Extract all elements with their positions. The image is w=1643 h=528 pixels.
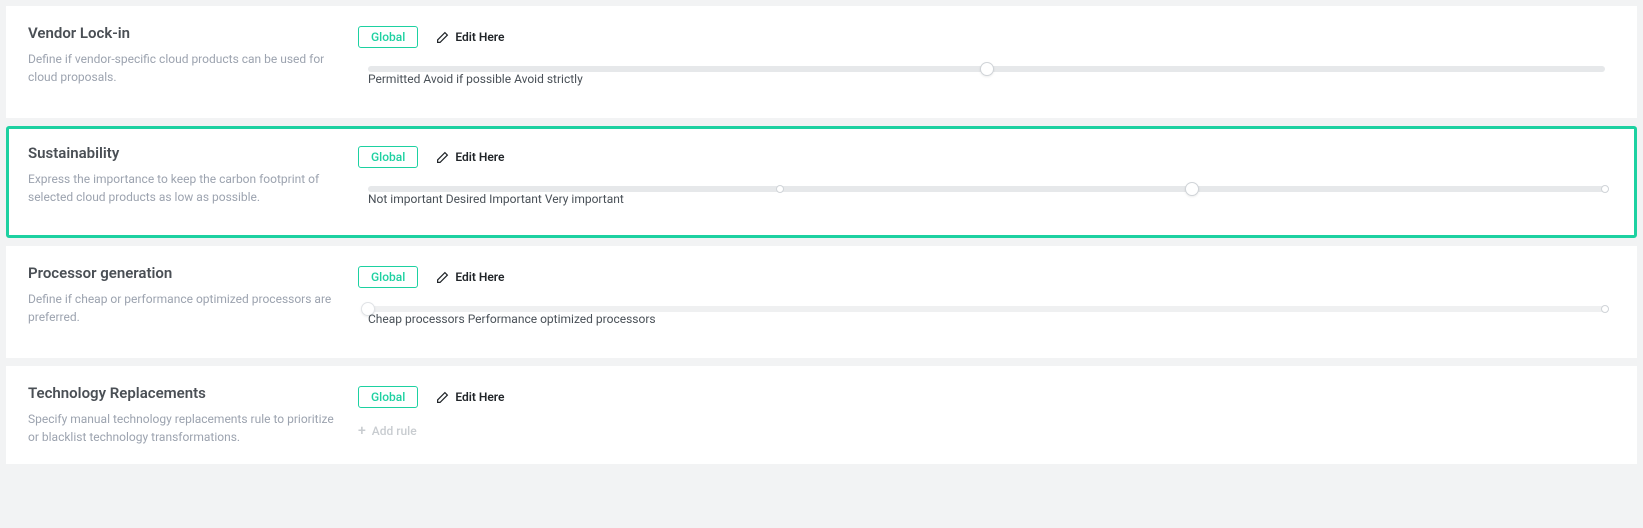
panel-vendor-lockin: Vendor Lock-in Define if vendor-specific…	[6, 6, 1637, 118]
edit-here-label: Edit Here	[455, 30, 504, 44]
slider-label: Not important	[368, 192, 443, 206]
panel-right: Global Edit Here + Add rule	[358, 384, 1615, 446]
edit-here-link[interactable]: Edit Here	[436, 30, 504, 44]
slider-processor[interactable]: Cheap processors Performance optimized p…	[358, 306, 1615, 340]
slider-label: Permitted	[368, 72, 420, 86]
slider-label: Very important	[545, 192, 624, 206]
panel-description: Specify manual technology replacements r…	[28, 410, 338, 446]
panel-title: Technology Replacements	[28, 384, 338, 402]
slider-label: Performance optimized processors	[468, 312, 656, 326]
pencil-icon	[436, 151, 449, 164]
slider-sustainability[interactable]: Not important Desired Important Very imp…	[358, 186, 1615, 220]
panel-title: Sustainability	[28, 144, 338, 162]
scope-badge[interactable]: Global	[358, 266, 418, 288]
pencil-icon	[436, 391, 449, 404]
scope-badge[interactable]: Global	[358, 386, 418, 408]
panel-left: Technology Replacements Specify manual t…	[28, 384, 358, 446]
plus-icon: +	[358, 424, 366, 438]
panel-sustainability: Sustainability Express the importance to…	[6, 126, 1637, 238]
edit-here-label: Edit Here	[455, 270, 504, 284]
pencil-icon	[436, 271, 449, 284]
panel-description: Define if vendor-specific cloud products…	[28, 50, 338, 86]
panel-processor-generation: Processor generation Define if cheap or …	[6, 246, 1637, 358]
add-rule-button[interactable]: + Add rule	[358, 424, 417, 438]
panel-title: Vendor Lock-in	[28, 24, 338, 42]
edit-here-label: Edit Here	[455, 150, 504, 164]
slider-label: Avoid strictly	[514, 72, 583, 86]
pencil-icon	[436, 31, 449, 44]
edit-here-label: Edit Here	[455, 390, 504, 404]
panel-left: Sustainability Express the importance to…	[28, 144, 358, 220]
panel-left: Vendor Lock-in Define if vendor-specific…	[28, 24, 358, 100]
panel-description: Define if cheap or performance optimized…	[28, 290, 338, 326]
panel-right: Global Edit Here Permitted Avoid if poss…	[358, 24, 1615, 100]
panel-right: Global Edit Here Not important Desired I…	[358, 144, 1615, 220]
slider-label: Desired	[446, 192, 486, 206]
edit-here-link[interactable]: Edit Here	[436, 390, 504, 404]
add-rule-label: Add rule	[372, 424, 417, 438]
scope-badge[interactable]: Global	[358, 26, 418, 48]
panel-title: Processor generation	[28, 264, 338, 282]
panel-left: Processor generation Define if cheap or …	[28, 264, 358, 340]
edit-here-link[interactable]: Edit Here	[436, 150, 504, 164]
scope-badge[interactable]: Global	[358, 146, 418, 168]
panel-description: Express the importance to keep the carbo…	[28, 170, 338, 206]
edit-here-link[interactable]: Edit Here	[436, 270, 504, 284]
slider-label: Cheap processors	[368, 312, 465, 326]
panel-technology-replacements: Technology Replacements Specify manual t…	[6, 366, 1637, 464]
slider-label: Avoid if possible	[423, 72, 511, 86]
slider-label: Important	[489, 192, 542, 206]
panel-right: Global Edit Here Cheap processors Perfor…	[358, 264, 1615, 340]
slider-vendor[interactable]: Permitted Avoid if possible Avoid strict…	[358, 66, 1615, 100]
